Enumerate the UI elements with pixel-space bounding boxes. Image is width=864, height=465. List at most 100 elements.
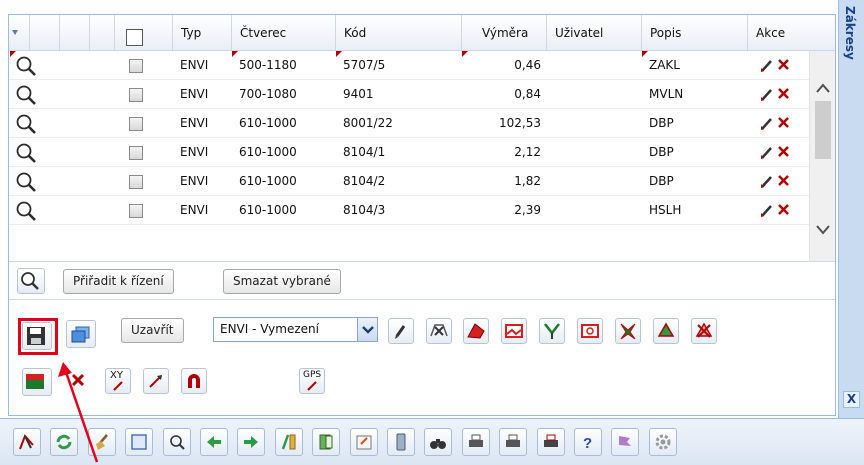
merge-tool-button[interactable] [615, 318, 641, 344]
cell-vymera: 102,53 [499, 116, 541, 130]
header-cell-blank-2 [59, 15, 89, 51]
row-checkbox[interactable] [129, 204, 143, 218]
row-checkbox[interactable] [129, 146, 143, 160]
zoom-icon[interactable] [15, 142, 37, 164]
header-cell-blank-3 [89, 15, 114, 51]
window-button[interactable] [125, 428, 153, 456]
fill-polygon-button[interactable] [22, 368, 52, 396]
outline-tool-button[interactable] [577, 318, 603, 344]
scroll-down-icon[interactable] [816, 225, 830, 235]
layer-select-dropdown[interactable] [357, 318, 377, 341]
zoom-extent-button[interactable] [163, 428, 191, 456]
header-cell-sort[interactable] [9, 15, 29, 51]
delete-button[interactable] [66, 368, 92, 394]
table-row[interactable]: ENVI 610-1000 8001/22 102,53 DBP [9, 109, 809, 138]
print-2-button[interactable] [499, 428, 527, 456]
zoom-selected-button[interactable] [17, 268, 45, 294]
cell-kod: 8104/1 [343, 145, 386, 159]
table-row[interactable]: ENVI 610-1000 8104/1 2,12 DBP [9, 138, 809, 167]
book-button[interactable] [312, 428, 340, 456]
zoom-icon[interactable] [15, 171, 37, 193]
broom-button[interactable] [88, 428, 116, 456]
polygon-icon [467, 323, 485, 339]
table-row[interactable]: ENVI 700-1080 9401 0,84 MVLN [9, 80, 809, 109]
grid-scrollbar[interactable] [809, 51, 835, 261]
edit-pencil-icon[interactable] [759, 87, 774, 102]
pencil-icon [395, 325, 406, 339]
phone-button[interactable] [387, 428, 415, 456]
remove-shape-button[interactable] [691, 318, 717, 344]
measure-button[interactable] [275, 428, 303, 456]
refresh-button[interactable] [50, 428, 78, 456]
back-button[interactable] [200, 428, 228, 456]
pencil-tool-button[interactable] [388, 318, 414, 344]
row-checkbox[interactable] [129, 59, 143, 73]
print-button[interactable] [462, 428, 490, 456]
cut-polygon-button[interactable] [501, 318, 527, 344]
header-uzivatel[interactable]: Uživatel [546, 15, 641, 51]
header-vymera[interactable]: Výměra [461, 15, 546, 51]
delete-x-icon[interactable] [777, 87, 790, 100]
scrollbar-thumb[interactable] [815, 101, 831, 159]
delete-x-icon[interactable] [777, 116, 790, 129]
cell-typ: ENVI [180, 174, 209, 188]
edit-pencil-icon[interactable] [759, 174, 774, 189]
row-checkbox[interactable] [129, 117, 143, 131]
settings-button[interactable] [649, 428, 677, 456]
cell-popis: DBP [649, 145, 674, 159]
draw-icon [19, 434, 34, 450]
table-row[interactable]: ENVI 500-1180 5707/5 0,46 ZAKL [9, 51, 809, 80]
header-akce[interactable]: Akce [747, 15, 809, 51]
edit-pencil-icon[interactable] [759, 58, 774, 73]
edit-pencil-icon[interactable] [759, 116, 774, 131]
table-row[interactable]: ENVI 610-1000 8104/2 1,82 DBP [9, 167, 809, 196]
zoom-icon[interactable] [15, 113, 37, 135]
split-tool-button[interactable] [539, 318, 565, 344]
binoculars-button[interactable] [424, 428, 452, 456]
delete-x-icon[interactable] [777, 58, 790, 71]
row-marker [232, 51, 238, 57]
scroll-up-icon[interactable] [816, 83, 830, 93]
select-all-checkbox[interactable] [126, 29, 143, 46]
print-icon-2 [506, 434, 520, 447]
polygon-tool-button[interactable] [463, 318, 489, 344]
help-button[interactable]: ? [574, 428, 602, 456]
gps-button[interactable]: GPS [299, 368, 325, 394]
layer-select[interactable]: ENVI - Vymezení [213, 317, 378, 342]
print-3-button[interactable] [537, 428, 565, 456]
row-checkbox[interactable] [129, 88, 143, 102]
windows-button[interactable] [66, 320, 96, 348]
header-ctverec[interactable]: Čtverec [231, 15, 335, 51]
delete-x-icon[interactable] [777, 174, 790, 187]
edit-pencil-icon[interactable] [759, 145, 774, 160]
table-row[interactable]: ENVI 610-1000 8104/3 2,39 HSLH [9, 196, 809, 225]
export-button[interactable] [350, 428, 378, 456]
delete-x-icon[interactable] [777, 145, 790, 158]
zoom-icon[interactable] [15, 55, 37, 77]
sidebar-close-button[interactable]: X [843, 391, 860, 408]
fill-polygon-icon [26, 374, 44, 389]
cell-popis: HSLH [649, 203, 682, 217]
delete-selected-button[interactable]: Smazat vybrané [223, 269, 341, 294]
assign-to-proceeding-button[interactable]: Přiřadit k řízení [63, 269, 174, 294]
edit-pencil-icon[interactable] [759, 203, 774, 218]
snap-tool-button[interactable] [181, 368, 207, 394]
xy-coordinate-button[interactable]: XY [105, 368, 131, 394]
edit-shape-button[interactable] [653, 318, 679, 344]
flag-button[interactable] [611, 428, 639, 456]
header-popis[interactable]: Popis [641, 15, 747, 51]
header-typ[interactable]: Typ [172, 15, 231, 51]
xy-pencil-icon [113, 381, 123, 391]
zoom-icon[interactable] [15, 84, 37, 106]
header-kod[interactable]: Kód [335, 15, 461, 51]
delete-x-icon[interactable] [777, 203, 790, 216]
close-button[interactable]: Uzavřít [121, 318, 184, 343]
header-cell-blank-1 [29, 15, 59, 51]
delete-vertex-button[interactable] [426, 318, 452, 344]
forward-button[interactable] [237, 428, 265, 456]
row-checkbox[interactable] [129, 175, 143, 189]
direction-tool-button[interactable] [143, 368, 169, 394]
zoom-icon[interactable] [15, 200, 37, 222]
draw-button[interactable] [13, 428, 41, 456]
cell-popis: DBP [649, 174, 674, 188]
